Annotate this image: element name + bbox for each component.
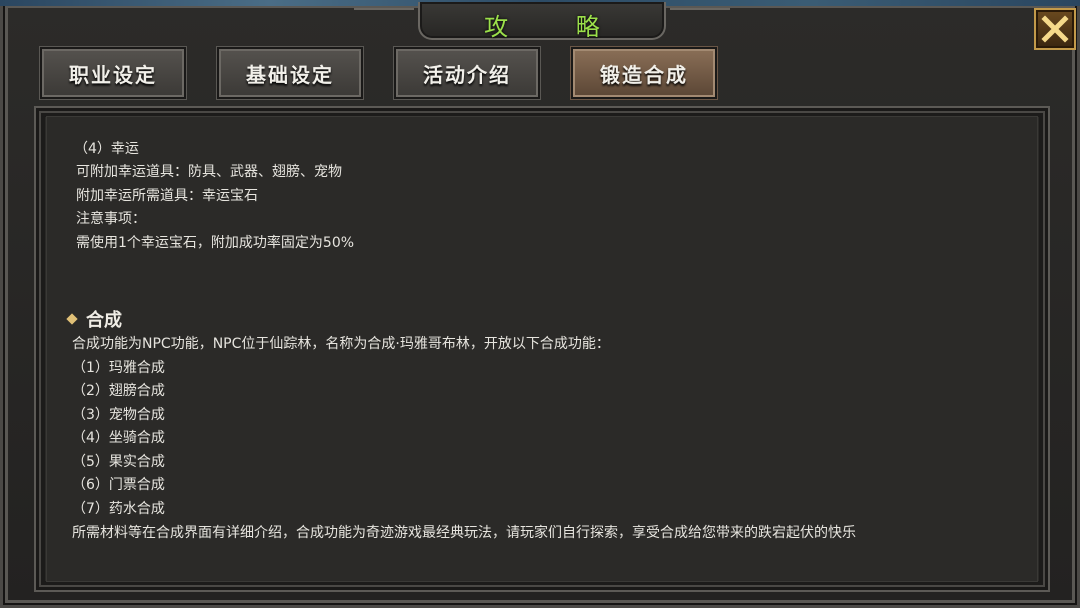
synthesis-item: （1）玛雅合成 — [72, 360, 165, 376]
tab-forge-synthesis[interactable]: 锻造合成 — [571, 47, 717, 99]
title-plate: 攻 略 — [354, 2, 730, 41]
synthesis-intro: 合成功能为NPC功能，NPC位于仙踪林，名称为合成·玛雅哥布林，开放以下合成功能… — [72, 336, 610, 352]
synthesis-footer: 所需材料等在合成界面有详细介绍，合成功能为奇迹游戏最经典玩法，请玩家们自行探索，… — [72, 525, 856, 541]
tab-class-settings[interactable]: 职业设定 — [40, 47, 186, 99]
synthesis-item: （4）坐骑合成 — [72, 430, 165, 446]
lucky-line-1: 可附加幸运道具：防具、武器、翅膀、宠物 — [76, 164, 342, 180]
synthesis-item: （2）翅膀合成 — [72, 383, 165, 399]
tab-event-intro[interactable]: 活动介绍 — [394, 47, 540, 99]
close-x-icon — [1041, 15, 1069, 43]
synthesis-item: （7）药水合成 — [72, 501, 165, 517]
synthesis-item: （5）果实合成 — [72, 454, 165, 470]
lucky-line-3: 注意事项： — [76, 211, 146, 227]
lucky-title: （4）幸运 — [74, 141, 139, 157]
lucky-line-4: 需使用1个幸运宝石，附加成功率固定为50% — [76, 235, 355, 251]
tab-basic-settings[interactable]: 基础设定 — [217, 47, 363, 99]
synthesis-item: （6）门票合成 — [72, 477, 165, 493]
synthesis-item: （3）宠物合成 — [72, 407, 165, 423]
close-button[interactable] — [1034, 8, 1076, 50]
lucky-line-2: 附加幸运所需道具：幸运宝石 — [76, 188, 258, 204]
diamond-bullet-icon — [66, 313, 78, 325]
window-title: 攻 略 — [484, 13, 630, 41]
synthesis-heading: 合成 — [66, 306, 122, 332]
synthesis-heading-text: 合成 — [86, 310, 122, 331]
